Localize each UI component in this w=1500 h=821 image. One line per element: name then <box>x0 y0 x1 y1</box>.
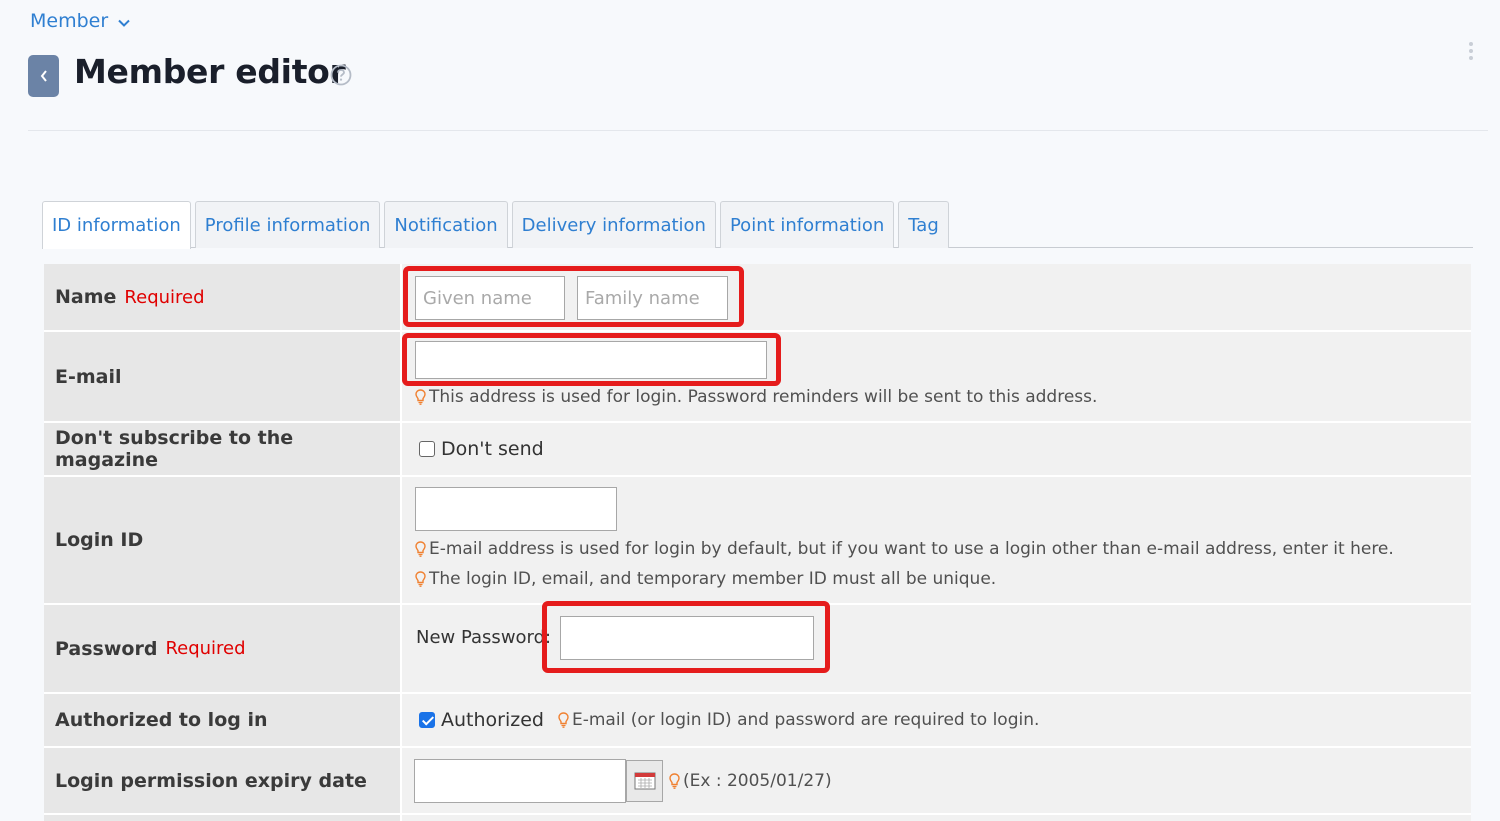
new-password-input[interactable] <box>560 616 814 660</box>
authorized-checkbox[interactable] <box>419 712 435 728</box>
row-name: Name Required <box>44 264 1471 332</box>
tab-tag[interactable]: Tag <box>898 201 949 248</box>
header-divider <box>28 130 1488 131</box>
email-input[interactable] <box>415 341 767 379</box>
tab-point-information[interactable]: Point information <box>719 201 895 248</box>
tab-bar: ID information Profile information Notif… <box>42 201 1473 249</box>
dont-send-label: Don't send <box>441 438 544 460</box>
password-label: Password Required <box>44 605 400 692</box>
tab-profile-information[interactable]: Profile information <box>194 201 381 248</box>
dont-send-checkbox[interactable] <box>419 441 435 457</box>
dont-send-option[interactable]: Don't send <box>419 438 544 460</box>
tab-notification[interactable]: Notification <box>384 201 508 248</box>
expiry-label: Login permission expiry date <box>44 748 400 813</box>
row-magazine: Don't subscribe to the magazine Don't se… <box>44 423 1471 477</box>
row-password: Password Required New Password: <box>44 601 1471 694</box>
breadcrumb[interactable]: Member <box>30 10 130 32</box>
name-label: Name Required <box>44 264 400 330</box>
lightbulb-icon <box>415 389 426 405</box>
email-label: E-mail <box>44 332 400 421</box>
expiry-hint: (Ex : 2005/01/27) <box>683 770 832 791</box>
login-id-input[interactable] <box>415 487 617 531</box>
tab-delivery-information[interactable]: Delivery information <box>511 201 716 248</box>
lightbulb-icon <box>558 712 569 728</box>
row-email: E-mail This address is used for login. P… <box>44 332 1471 423</box>
new-password-label: New Password: <box>416 627 552 648</box>
authorized-option-label: Authorized <box>441 709 544 731</box>
required-badge: Required <box>165 638 246 659</box>
row-next <box>44 815 1471 821</box>
tab-id-information[interactable]: ID information <box>42 201 191 249</box>
more-options-icon[interactable] <box>1468 42 1474 60</box>
row-expiry: Login permission expiry date (Ex : 2005/… <box>44 748 1471 815</box>
login-id-hint-2: The login ID, email, and temporary membe… <box>429 569 997 589</box>
calendar-icon <box>634 772 655 789</box>
lightbulb-icon <box>415 541 426 557</box>
lightbulb-icon <box>415 571 426 587</box>
breadcrumb-label[interactable]: Member <box>30 10 108 32</box>
login-id-hint-1: E-mail address is used for login by defa… <box>429 539 1394 559</box>
login-id-label: Login ID <box>44 477 400 603</box>
lightbulb-icon <box>669 772 680 789</box>
required-badge: Required <box>124 286 205 308</box>
authorized-hint: E-mail (or login ID) and password are re… <box>571 710 1040 730</box>
calendar-button[interactable] <box>626 759 663 802</box>
row-authorized: Authorized to log in Authorized E-mail (… <box>44 694 1471 748</box>
family-name-input[interactable] <box>577 276 728 320</box>
row-login-id: Login ID E-mail address is used for logi… <box>44 477 1471 605</box>
email-hint: This address is used for login. Password… <box>429 387 1098 407</box>
back-button[interactable] <box>28 55 59 97</box>
chevron-down-icon <box>118 19 130 27</box>
member-form: Name Required E-mail This address is use… <box>44 264 1471 821</box>
magazine-label: Don't subscribe to the magazine <box>44 423 400 475</box>
chevron-left-icon <box>40 70 47 82</box>
authorized-option[interactable]: Authorized <box>419 709 544 731</box>
expiry-date-input[interactable] <box>414 758 626 803</box>
page-title: Member editor <box>74 52 346 91</box>
given-name-input[interactable] <box>415 276 565 320</box>
help-icon[interactable] <box>330 64 352 86</box>
authorized-label: Authorized to log in <box>44 694 400 746</box>
